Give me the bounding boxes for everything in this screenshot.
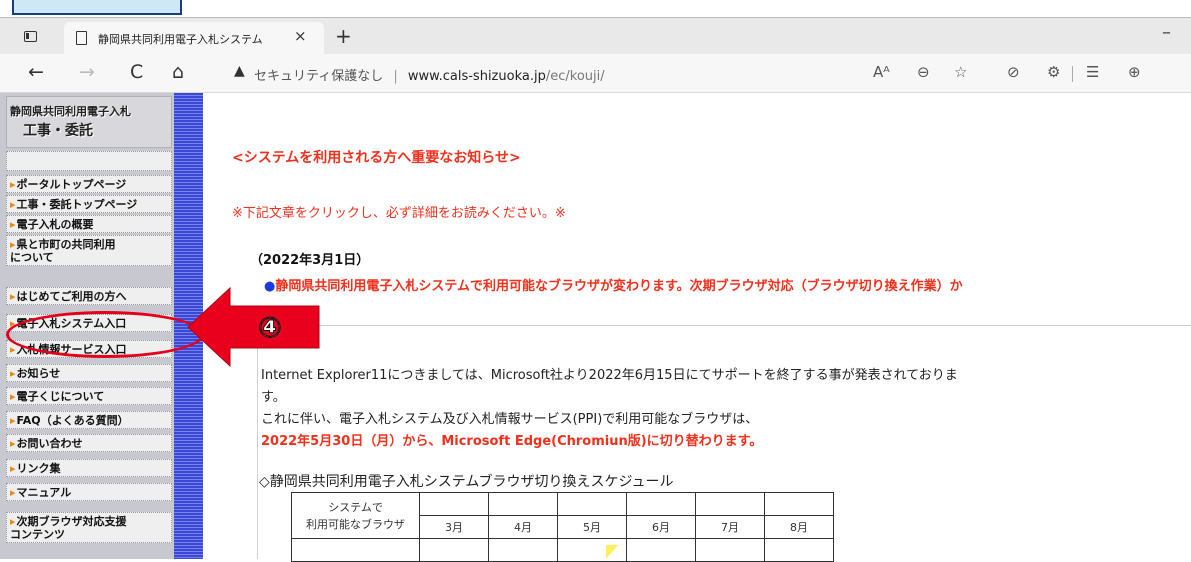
table-header-month: 7月 — [695, 515, 765, 539]
puzzle-icon[interactable]: ⚙ — [1047, 63, 1060, 81]
table-row: システムで利用可能なブラウザ — [291, 492, 834, 539]
read-aloud-icon[interactable]: Aᴬ — [873, 63, 890, 81]
table-cell — [695, 538, 765, 562]
table-cell — [419, 538, 489, 562]
zoom-icon[interactable]: ⊖ — [917, 63, 930, 81]
sidebar-item-label: 電子入札の概要 — [10, 218, 94, 231]
close-tab-icon[interactable]: × — [294, 27, 307, 45]
para1-line2: す。 — [261, 390, 286, 405]
table-header-month: 8月 — [764, 515, 834, 539]
corner-line1: システムで — [328, 500, 383, 514]
table-header-month: 3月 — [419, 515, 489, 539]
highlight-ellipse — [6, 311, 204, 358]
divider — [258, 325, 1191, 326]
sidebar-item-first-time[interactable]: はじめてご利用の方へ — [6, 287, 172, 305]
tab-title: 静岡県共同利用電子入札システム — [98, 33, 263, 46]
browser-toolbar: ← → C ⌂ ▲ セキュリティ保護なし | www.cals-shizuoka… — [0, 54, 1191, 93]
sidebar-item-label: ポータルトップページ — [10, 178, 127, 191]
address-bar[interactable]: セキュリティ保護なし | www.cals-shizuoka.jp/ec/kou… — [254, 65, 605, 84]
headline-link[interactable]: ●静岡県共同利用電子入札システムで利用可能なブラウザが変わります。次期ブラウザ対… — [264, 275, 963, 294]
page-icon — [76, 31, 87, 45]
table-cell — [764, 538, 834, 562]
table-row — [291, 538, 834, 562]
notice-date: （2022年3月1日） — [250, 253, 370, 268]
main-content: <システムを利用される方へ重要なお知らせ> ※下記文章をクリックし、必ず詳細をお… — [203, 93, 1191, 562]
notice-sub: ※下記文章をクリックし、必ず詳細をお読みください。※ — [232, 206, 566, 221]
sidebar-item-overview[interactable]: 電子入札の概要 — [6, 215, 172, 233]
sidebar-item-links[interactable]: リンク集 — [6, 459, 172, 477]
table-header-month: 5月 — [557, 515, 627, 539]
sidebar-item-label: リンク集 — [10, 462, 61, 475]
toolbar-separator — [1072, 66, 1073, 82]
brand-line2: 工事・委託 — [23, 123, 93, 139]
minimize-icon[interactable]: – — [1162, 22, 1171, 43]
browser-tab[interactable]: 静岡県共同利用電子入札システム × — [64, 22, 324, 55]
schedule-title: ◇静岡県共同利用電子入札システムブラウザ切り換えスケジュール — [259, 474, 674, 490]
sidebar-item-label: はじめてご利用の方へ — [10, 290, 127, 303]
sidebar-item-label: 電子くじについて — [10, 390, 105, 403]
sidebar-item-label: お問い合わせ — [10, 437, 83, 450]
sidebar-item-label: 県と市町の共同利用 について — [10, 238, 116, 264]
sidebar-item-label: マニュアル — [10, 486, 72, 499]
table-cell — [291, 538, 420, 562]
back-icon[interactable]: ← — [28, 62, 44, 82]
top-strip — [0, 0, 1191, 17]
new-tab-icon[interactable]: + — [335, 24, 352, 48]
sidebar-item-portal-top[interactable]: ポータルトップページ — [6, 175, 172, 193]
sidebar-item-label: お知らせ — [10, 367, 61, 380]
table-cell — [764, 492, 834, 516]
sidebar-item-contact[interactable]: お問い合わせ — [6, 434, 172, 452]
forward-icon[interactable]: → — [79, 62, 95, 82]
table-cell — [626, 538, 696, 562]
headline-text: 静岡県共同利用電子入札システムで利用可能なブラウザが変わります。次期ブラウザ対応… — [275, 279, 963, 294]
table-header-month: 4月 — [488, 515, 558, 539]
sidebar-item-faq[interactable]: FAQ（よくある質問） — [6, 411, 172, 429]
table-cell — [557, 492, 627, 516]
para2: これに伴い、電子入札システム及び入札情報サービス(PPI)で利用可能なブラウザは… — [261, 412, 759, 427]
sidebar-item-works-top[interactable]: 工事・委託トップページ — [6, 195, 172, 213]
sidebar-item-joint-use[interactable]: 県と市町の共同利用 について — [6, 235, 172, 266]
table-cell — [626, 492, 696, 516]
mouse-cursor-icon — [606, 545, 618, 559]
warning-icon: ▲ — [234, 63, 245, 79]
sidebar-item-news[interactable]: お知らせ — [6, 364, 172, 382]
corner-line2: 利用可能なブラウザ — [306, 517, 405, 531]
address-separator: | — [393, 69, 398, 84]
table-cell — [488, 538, 558, 562]
notice-heading: <システムを利用される方へ重要なお知らせ> — [232, 150, 521, 166]
favorites-icon[interactable]: ☰ — [1086, 63, 1099, 81]
table-cell — [488, 492, 558, 516]
reload-icon[interactable]: C — [130, 62, 143, 82]
sidebar-item-label: FAQ（よくある質問） — [10, 414, 129, 427]
sidebar-item-browser-support[interactable]: 次期ブラウザ対応支援 コンテンツ — [6, 512, 172, 543]
browser-titlebar: 静岡県共同利用電子入札システム × + – — [0, 17, 1191, 55]
sidebar-item-label: 工事・委託トップページ — [10, 198, 138, 211]
para3: 2022年5月30日（月）から、Microsoft Edge(Chromiun版… — [261, 434, 763, 449]
table-corner: システムで利用可能なブラウザ — [291, 492, 420, 539]
tab-actions-icon[interactable] — [24, 31, 37, 42]
extension-icon[interactable]: ⊘ — [1007, 63, 1020, 81]
sidebar-brand[interactable]: 静岡県共同利用電子入札 工事・委託 — [6, 96, 172, 148]
sidebar-item-lottery[interactable]: 電子くじについて — [6, 387, 172, 405]
sidebar-item-manual[interactable]: マニュアル — [6, 483, 172, 501]
table-header-month: 6月 — [626, 515, 696, 539]
home-icon[interactable]: ⌂ — [172, 62, 184, 82]
annotation-arrow-icon: ④ — [187, 286, 320, 368]
address-path: /ec/kouji/ — [545, 69, 605, 84]
table-cell — [695, 492, 765, 516]
address-warning: セキュリティ保護なし — [254, 69, 384, 84]
step-number: ④ — [258, 311, 282, 344]
para1-line1: Internet Explorer11につきましては、Microsoft社より2… — [261, 368, 958, 383]
address-host: www.cals-shizuoka.jp — [407, 69, 546, 84]
brand-line1: 静岡県共同利用電子入札 — [10, 105, 131, 118]
callout-box — [12, 0, 182, 15]
favorite-star-icon[interactable]: ☆ — [954, 63, 967, 81]
schedule-table: システムで利用可能なブラウザ 3月 4月 5月 6月 7月 8月 — [291, 492, 834, 562]
table-cell — [419, 492, 489, 516]
collections-icon[interactable]: ⊕ — [1128, 63, 1141, 81]
sidebar-spacer — [6, 151, 172, 171]
sidebar-item-label: 次期ブラウザ対応支援 コンテンツ — [10, 515, 127, 541]
